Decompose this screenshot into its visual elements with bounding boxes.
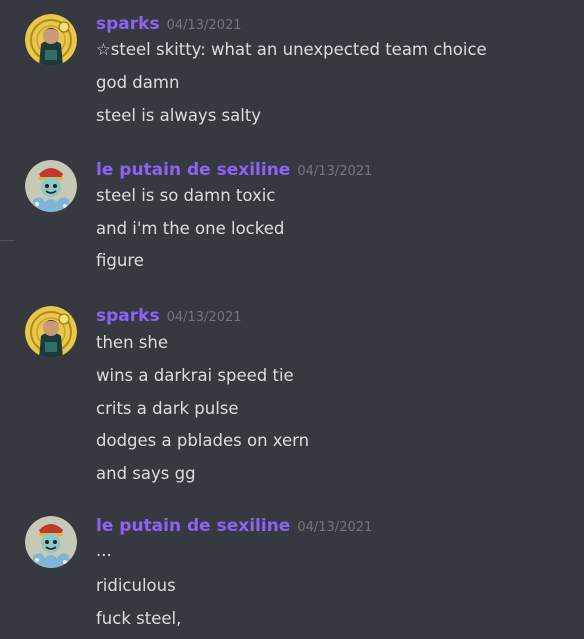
- message-text: and says gg: [96, 464, 196, 483]
- message-header: le putain de sexiline 04/13/2021: [96, 516, 372, 538]
- username[interactable]: sparks: [96, 306, 160, 326]
- sparks-avatar-icon[interactable]: [25, 306, 77, 358]
- avatar-image: [25, 160, 77, 212]
- sparks-avatar-icon[interactable]: [25, 14, 77, 66]
- timestamp[interactable]: 04/13/2021: [167, 310, 242, 325]
- message-text: steel is always salty: [96, 106, 262, 125]
- divider: [0, 240, 15, 241]
- avatar-image: [25, 14, 77, 66]
- message-text: steel is so damn toxic: [96, 186, 276, 205]
- message-text: ridiculous: [96, 576, 176, 595]
- avatar-image: [25, 306, 77, 358]
- sexiline-avatar-icon[interactable]: [25, 516, 77, 568]
- timestamp[interactable]: 04/13/2021: [297, 520, 372, 535]
- message-text: ☆steel skitty: what an unexpected team c…: [96, 40, 487, 59]
- username[interactable]: le putain de sexiline: [96, 160, 290, 180]
- message-header: le putain de sexiline 04/13/2021: [96, 160, 372, 182]
- message-text: and i'm the one locked: [96, 219, 285, 238]
- message-header: sparks 04/13/2021: [96, 14, 242, 36]
- message-text: dodges a pblades on xern: [96, 431, 310, 450]
- chat-log: sparks 04/13/2021 ☆steel skitty: what an …: [0, 0, 584, 639]
- message-text: fuck steel,: [96, 609, 182, 628]
- message-text: figure: [96, 251, 144, 270]
- message-text: god damn: [96, 73, 180, 92]
- message-text: crits a dark pulse: [96, 399, 239, 418]
- username[interactable]: sparks: [96, 14, 160, 34]
- message-text: wins a darkrai speed tie: [96, 366, 294, 385]
- avatar-image: [25, 516, 77, 568]
- message-text: ...: [96, 541, 112, 560]
- timestamp[interactable]: 04/13/2021: [167, 18, 242, 33]
- sexiline-avatar-icon[interactable]: [25, 160, 77, 212]
- username[interactable]: le putain de sexiline: [96, 516, 290, 536]
- timestamp[interactable]: 04/13/2021: [297, 164, 372, 179]
- message-header: sparks 04/13/2021: [96, 306, 242, 328]
- message-text: then she: [96, 333, 168, 352]
